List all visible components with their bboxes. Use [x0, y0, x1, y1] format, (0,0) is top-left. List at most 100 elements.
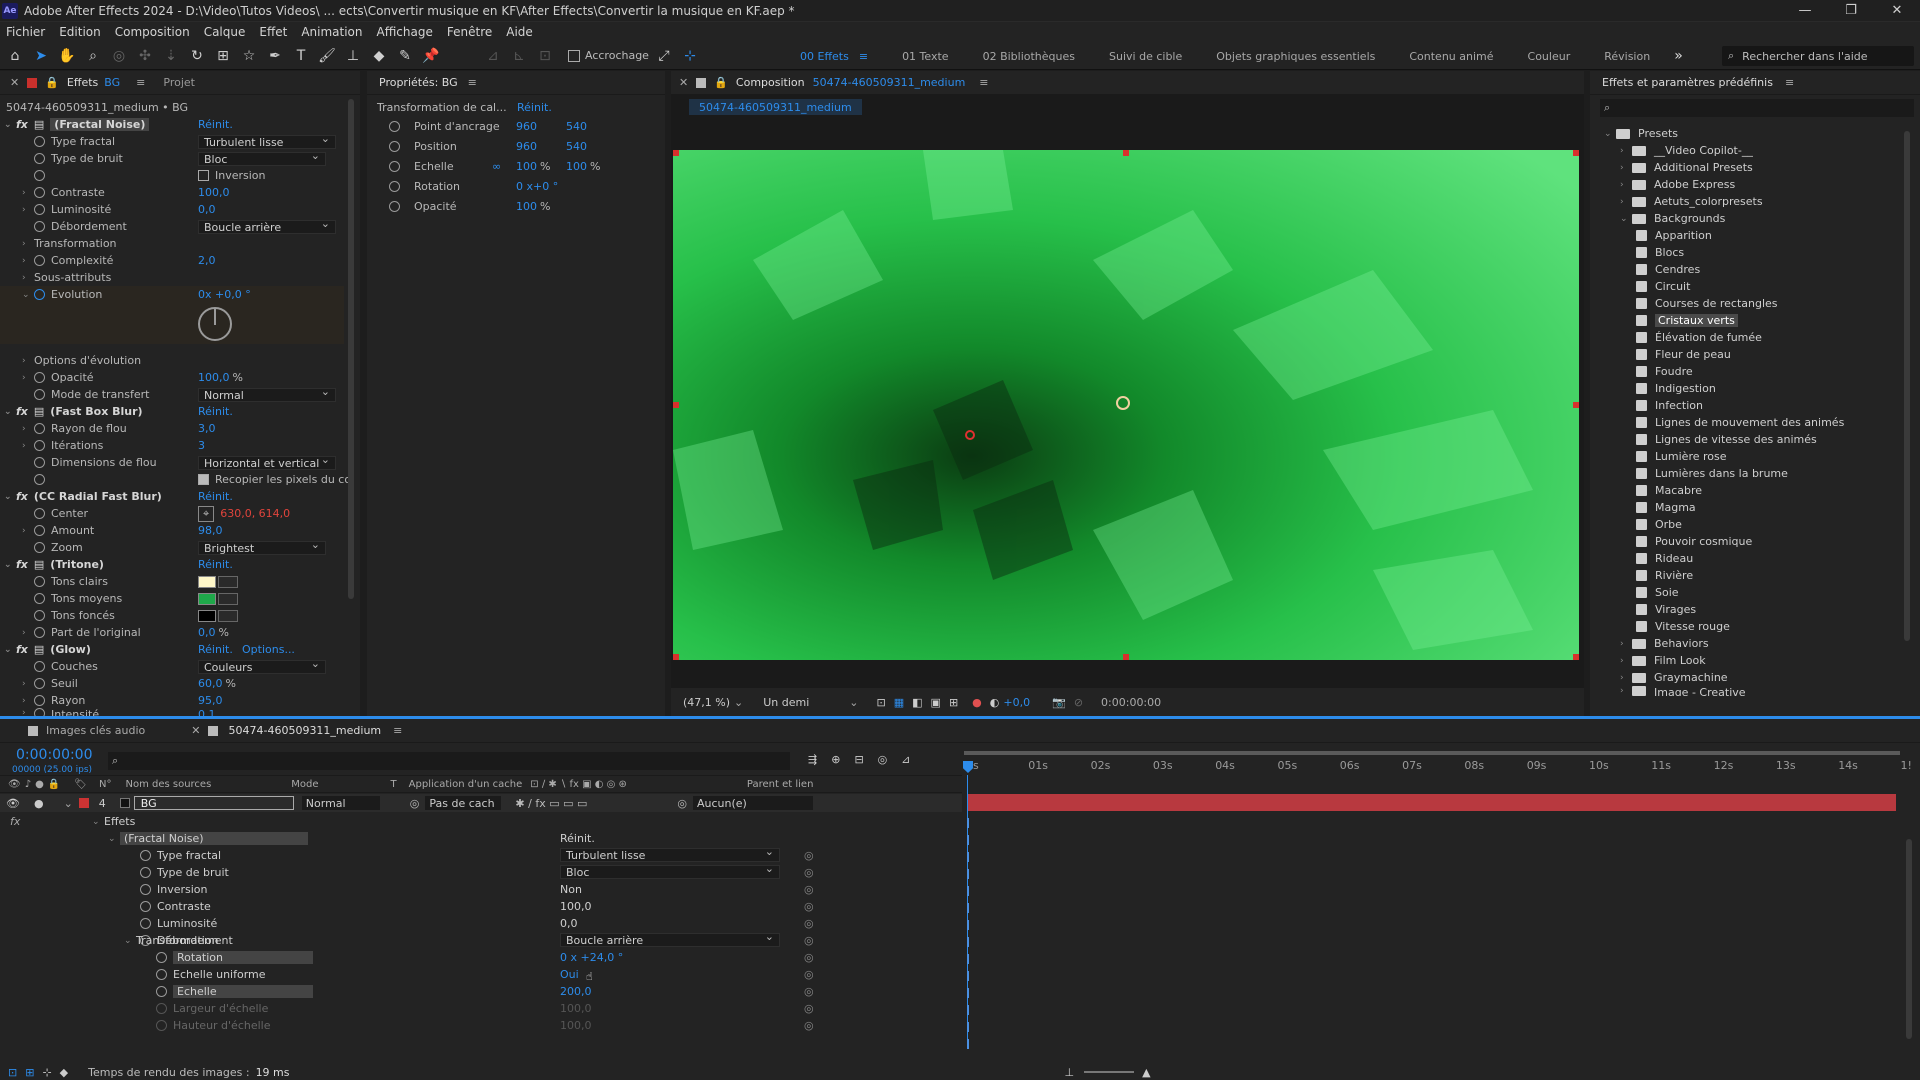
- safe-margins-icon[interactable]: ▣: [931, 696, 941, 709]
- transform-section[interactable]: Transformation de cal...: [377, 99, 507, 116]
- viewer-timecode[interactable]: 0:00:00:00: [1101, 696, 1161, 709]
- layer-matte-dropdown[interactable]: Pas de cach: [425, 796, 502, 810]
- current-timecode[interactable]: 0:00:00:00: [16, 747, 93, 763]
- fx-opacity-value[interactable]: 100,0: [198, 371, 230, 384]
- snap-checkbox[interactable]: [568, 49, 580, 62]
- type-tool-icon[interactable]: T: [290, 45, 312, 67]
- eyedropper-icon[interactable]: [218, 592, 238, 605]
- tl-prop-row[interactable]: Luminosité: [140, 915, 217, 932]
- preset-item[interactable]: Foudre: [1636, 363, 1693, 380]
- keyframe-marker[interactable]: [967, 818, 970, 828]
- tl-prop-row[interactable]: Contraste: [140, 898, 211, 915]
- tl-subprop-value[interactable]: 200,0: [560, 983, 592, 1000]
- preset-item[interactable]: Rideau: [1636, 550, 1693, 567]
- preset-item[interactable]: Cristaux verts: [1636, 312, 1896, 329]
- menu-aide[interactable]: Aide: [506, 25, 533, 39]
- highlights-color-swatch[interactable]: [198, 575, 216, 588]
- anchor-x[interactable]: 960: [516, 118, 537, 135]
- dolly-camera-icon[interactable]: ⇣: [160, 45, 182, 67]
- tl-prop-value[interactable]: 100,0: [560, 898, 592, 915]
- position-x[interactable]: 960: [516, 138, 537, 155]
- link-icon[interactable]: ∞: [492, 158, 501, 175]
- shadows-color-swatch[interactable]: [198, 609, 216, 622]
- stopwatch-icon[interactable]: [34, 474, 45, 485]
- transform-handle[interactable]: [1573, 150, 1579, 156]
- preset-item[interactable]: Lignes de mouvement des animés: [1636, 414, 1844, 431]
- transform-handle[interactable]: [673, 402, 679, 408]
- stopwatch-icon[interactable]: [389, 181, 400, 192]
- blur-dims-dropdown[interactable]: Horizontal et vertical: [198, 453, 336, 470]
- stopwatch-icon[interactable]: [34, 695, 45, 706]
- pan-camera-icon[interactable]: ✣: [134, 45, 156, 67]
- tl-subprop-value[interactable]: 100,0: [560, 1017, 592, 1034]
- stopwatch-icon[interactable]: [34, 678, 45, 689]
- stopwatch-icon[interactable]: [34, 372, 45, 383]
- luminosity-value[interactable]: 0,0: [198, 201, 216, 218]
- home-icon[interactable]: ⌂: [4, 45, 26, 67]
- menu-affichage[interactable]: Affichage: [377, 25, 433, 39]
- blend-original-value[interactable]: 0,0: [198, 626, 216, 639]
- keyframe-marker[interactable]: [967, 886, 970, 896]
- stopwatch-icon[interactable]: [140, 867, 151, 878]
- presets-root-folder[interactable]: ⌄ Presets: [1604, 125, 1678, 142]
- tl-subprop-row[interactable]: Largeur d'échelle: [156, 1000, 268, 1017]
- status-icon-3[interactable]: ⊹: [42, 1066, 51, 1079]
- amount-value[interactable]: 98,0: [198, 522, 223, 539]
- panel-menu-icon[interactable]: ≡: [393, 724, 402, 737]
- sub-attributes-label[interactable]: Sous-attributs: [34, 271, 111, 284]
- stopwatch-icon[interactable]: [34, 508, 45, 519]
- selection-tool-icon[interactable]: ➤: [30, 45, 52, 67]
- axis-local-icon[interactable]: ⊿: [482, 45, 504, 67]
- stopwatch-icon[interactable]: [34, 542, 45, 553]
- solo-toggle[interactable]: ●: [34, 797, 44, 810]
- fx-cc-radial[interactable]: ⌄ fx (CC Radial Fast Blur): [4, 488, 162, 505]
- expression-pickwhip-icon[interactable]: ◎: [804, 915, 814, 932]
- stopwatch-icon[interactable]: [34, 187, 45, 198]
- stopwatch-icon[interactable]: [140, 901, 151, 912]
- expression-pickwhip-icon[interactable]: ◎: [804, 966, 814, 983]
- tl-prop-row[interactable]: Type fractal: [140, 847, 221, 864]
- crosshair-icon[interactable]: ⌖: [198, 505, 215, 522]
- transform-handle[interactable]: [1123, 150, 1129, 156]
- preset-folder[interactable]: › Additional Presets: [1620, 159, 1753, 176]
- fastbox-reset[interactable]: Réinit.: [198, 403, 233, 420]
- menu-fichier[interactable]: Fichier: [6, 25, 45, 39]
- keyframe-marker[interactable]: [967, 971, 970, 981]
- keyframe-marker[interactable]: [967, 869, 970, 879]
- zoom-slider[interactable]: [1084, 1071, 1135, 1073]
- tl-subprop-value[interactable]: 100,0: [560, 1000, 592, 1017]
- lock-icon[interactable]: 🔒: [714, 76, 728, 89]
- preset-folder-backgrounds[interactable]: ⌄ Backgrounds: [1620, 210, 1725, 227]
- properties-reset[interactable]: Réinit.: [517, 99, 552, 116]
- fx-tritone[interactable]: ⌄ fx ▤ (Tritone): [4, 556, 104, 573]
- transform-handle[interactable]: [1573, 654, 1579, 660]
- preset-item[interactable]: Circuit: [1636, 278, 1690, 295]
- glow-reset[interactable]: Réinit.: [198, 641, 233, 658]
- exposure-icon[interactable]: ◐: [990, 696, 1000, 709]
- preset-item[interactable]: Lignes de vitesse des animés: [1636, 431, 1817, 448]
- stopwatch-icon[interactable]: [140, 884, 151, 895]
- tl-subprop-row[interactable]: Hauteur d'échelle: [156, 1017, 271, 1034]
- eyedropper-icon[interactable]: [218, 575, 238, 588]
- workspace-revision[interactable]: Révision: [1604, 50, 1650, 63]
- tab-layer-bg[interactable]: BG: [104, 76, 120, 89]
- panel-menu-icon[interactable]: ≡: [136, 76, 145, 89]
- preset-item[interactable]: Élévation de fumée: [1636, 329, 1762, 346]
- tl-transform-label[interactable]: Transformation: [136, 934, 219, 947]
- label-color-swatch[interactable]: [78, 798, 89, 808]
- preset-item[interactable]: Courses de rectangles: [1636, 295, 1778, 312]
- opacity-value[interactable]: 100: [516, 200, 537, 213]
- preset-item[interactable]: Apparition: [1636, 227, 1712, 244]
- tl-subprop-value[interactable]: Oui: [560, 966, 579, 983]
- draft-3d-icon[interactable]: ⊕: [831, 753, 840, 766]
- minimize-button[interactable]: —: [1782, 0, 1828, 22]
- stopwatch-icon[interactable]: [389, 161, 400, 172]
- layer-parent-dropdown[interactable]: Aucun(e): [692, 796, 813, 810]
- puppet-pin-icon[interactable]: 📌: [420, 45, 442, 67]
- matte-icon[interactable]: ◎: [410, 797, 420, 810]
- fx-fast-box-blur[interactable]: ⌄ fx ▤ (Fast Box Blur): [4, 403, 143, 420]
- panel-menu-icon[interactable]: ≡: [979, 76, 988, 89]
- menu-fenetre[interactable]: Fenêtre: [447, 25, 492, 39]
- keyframe-marker[interactable]: [967, 903, 970, 913]
- glow-options[interactable]: Options...: [242, 641, 295, 658]
